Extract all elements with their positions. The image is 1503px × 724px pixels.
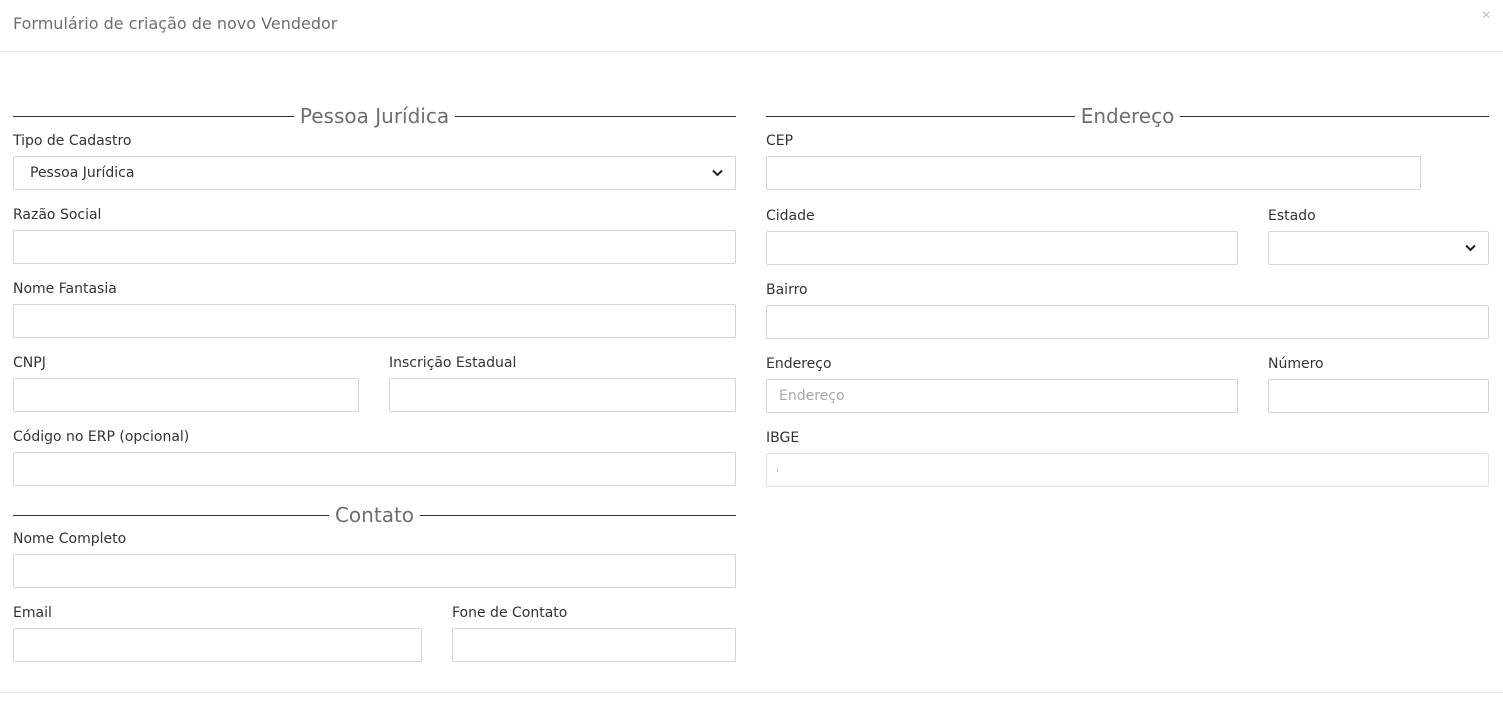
- modal-footer: [0, 692, 1503, 724]
- endereco-label: Endereço: [766, 356, 832, 372]
- section-title-contato: Contato: [334, 503, 415, 527]
- nome-completo-input[interactable]: [13, 554, 736, 588]
- tipo-cadastro-value: Pessoa Jurídica: [30, 165, 135, 181]
- bairro-input[interactable]: [766, 305, 1489, 339]
- estado-select[interactable]: [1268, 231, 1489, 265]
- nome-fantasia-input[interactable]: [13, 304, 736, 338]
- razao-social-label: Razão Social: [13, 207, 102, 223]
- nome-fantasia-label: Nome Fantasia: [13, 281, 117, 297]
- estado-label: Estado: [1268, 208, 1316, 224]
- text-cursor: [777, 468, 778, 472]
- inscricao-estadual-label: Inscrição Estadual: [389, 355, 517, 371]
- cnpj-input[interactable]: [13, 378, 359, 412]
- tipo-cadastro-select[interactable]: Pessoa Jurídica: [13, 156, 736, 190]
- cnpj-label: CNPJ: [13, 355, 46, 371]
- chevron-down-icon: [1465, 242, 1476, 255]
- bairro-label: Bairro: [766, 282, 808, 298]
- divider: [420, 514, 736, 516]
- section-contato: Contato: [13, 503, 736, 527]
- inscricao-estadual-input[interactable]: [389, 378, 736, 412]
- chevron-down-icon: [712, 167, 723, 180]
- ibge-label: IBGE: [766, 430, 800, 446]
- divider: [13, 514, 329, 516]
- email-label: Email: [13, 605, 52, 621]
- section-title-endereco: Endereço: [1080, 104, 1175, 128]
- nome-completo-label: Nome Completo: [13, 531, 127, 547]
- ibge-input[interactable]: [766, 453, 1489, 487]
- divider: [13, 115, 294, 117]
- cidade-label: Cidade: [766, 208, 815, 224]
- section-title-pessoa-juridica: Pessoa Jurídica: [299, 104, 450, 128]
- divider: [1180, 115, 1490, 117]
- numero-label: Número: [1268, 356, 1324, 372]
- cidade-input[interactable]: [766, 231, 1238, 265]
- divider: [766, 115, 1075, 117]
- endereco-input[interactable]: [766, 379, 1238, 413]
- modal-title: Formulário de criação de novo Vendedor: [13, 14, 338, 33]
- tipo-cadastro-label: Tipo de Cadastro: [13, 133, 132, 149]
- codigo-erp-input[interactable]: [13, 452, 736, 486]
- email-input[interactable]: [13, 628, 422, 662]
- modal-header: Formulário de criação de novo Vendedor ×: [0, 0, 1503, 52]
- close-icon[interactable]: ×: [1482, 8, 1491, 24]
- cep-input[interactable]: [766, 156, 1421, 190]
- razao-social-input[interactable]: [13, 230, 736, 264]
- section-pessoa-juridica: Pessoa Jurídica: [13, 104, 737, 128]
- cep-label: CEP: [766, 133, 794, 149]
- fone-contato-label: Fone de Contato: [452, 605, 568, 621]
- codigo-erp-label: Código no ERP (opcional): [13, 429, 190, 445]
- divider: [455, 115, 737, 117]
- fone-contato-input[interactable]: [452, 628, 736, 662]
- numero-input[interactable]: [1268, 379, 1489, 413]
- section-endereco: Endereço: [766, 104, 1490, 128]
